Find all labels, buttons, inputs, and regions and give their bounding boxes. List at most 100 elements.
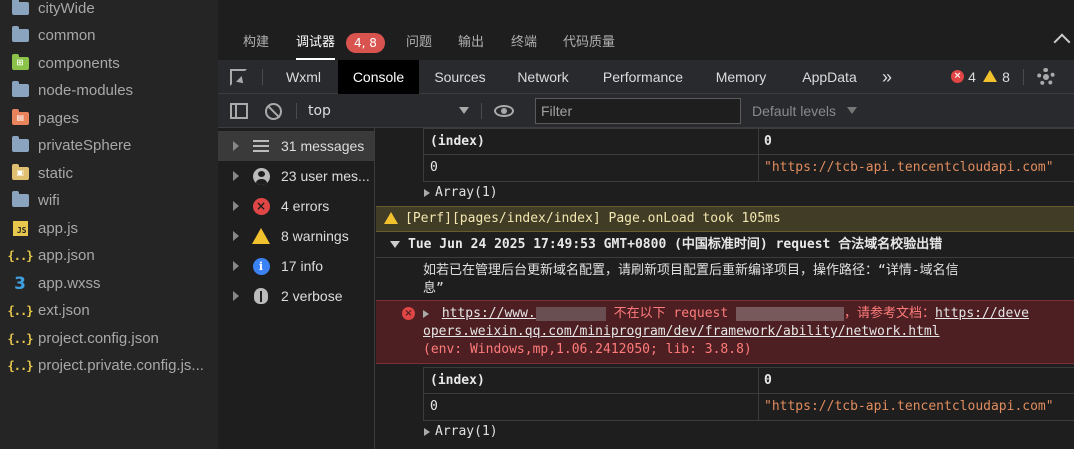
expand-arrow-icon xyxy=(233,261,239,271)
file-tree-item[interactable]: wifi xyxy=(0,187,218,214)
group-message-line: 如若已在管理后台更新域名配置，请刷新项目配置后重新编译项目，操作路径：“详情-域… xyxy=(423,263,959,278)
folder-icon xyxy=(11,136,29,154)
tab-sources[interactable]: Sources xyxy=(422,60,498,94)
table-header-row: (index) 0 xyxy=(424,368,1074,394)
category-verbose[interactable]: 2 verbose xyxy=(218,281,374,311)
tab-code-quality[interactable]: 代码质量 xyxy=(563,26,615,60)
array-expander[interactable]: Array(1) xyxy=(424,183,498,203)
folder-icon xyxy=(11,81,29,99)
file-tree-item[interactable]: {..} app.json xyxy=(0,242,218,269)
array-expander[interactable]: Array(1) xyxy=(424,422,498,442)
category-label: 4 errors xyxy=(281,198,330,214)
divider xyxy=(481,103,482,119)
file-tree-label: project.private.config.js... xyxy=(38,357,204,374)
static-folder-icon: ▣ xyxy=(11,164,29,182)
file-tree-label: ext.json xyxy=(38,302,90,319)
clear-console-icon[interactable] xyxy=(265,103,282,120)
table-cell: "https://tcb-api.tencentcloudapi.com" xyxy=(764,399,1054,414)
doc-link[interactable]: https://deve xyxy=(935,306,1029,321)
warning-icon xyxy=(384,212,398,224)
table-cell: 0 xyxy=(430,399,438,414)
tab-memory[interactable]: Memory xyxy=(706,60,776,94)
tab-appdata[interactable]: AppData xyxy=(791,60,868,94)
file-explorer: cityWide common ⊞ components node-module… xyxy=(0,0,218,449)
redacted-text xyxy=(736,306,845,321)
tab-network[interactable]: Network xyxy=(504,60,582,94)
tab-console[interactable]: Console xyxy=(338,60,419,94)
file-tree-label: common xyxy=(38,27,96,44)
file-tree-label: components xyxy=(38,55,120,72)
expand-arrow-icon[interactable] xyxy=(423,309,429,318)
gear-icon[interactable] xyxy=(1037,68,1055,86)
file-tree-item[interactable]: {..} ext.json xyxy=(0,297,218,324)
console-table: (index) 0 0 "https://tcb-api.tencentclou… xyxy=(423,128,1074,182)
console-sidebar: 31 messages 23 user mes... × 4 errors 8 … xyxy=(218,128,375,449)
category-errors[interactable]: × 4 errors xyxy=(218,191,374,221)
collapse-arrow-icon xyxy=(390,241,400,248)
file-tree-label: privateSphere xyxy=(38,137,132,154)
expand-arrow-icon xyxy=(233,141,239,151)
file-tree-label: wifi xyxy=(38,192,60,209)
sidebar-toggle-icon[interactable] xyxy=(230,103,248,119)
tab-performance[interactable]: Performance xyxy=(592,60,694,94)
context-selector[interactable]: top xyxy=(308,94,331,128)
devtools-tabbar: Wxml Console Sources Network Performance… xyxy=(218,60,1074,94)
warning-count-icon xyxy=(983,70,997,82)
divider xyxy=(262,69,263,85)
expand-arrow-icon xyxy=(424,427,430,436)
chevron-up-icon[interactable] xyxy=(1053,33,1071,51)
file-tree-label: app.js xyxy=(38,220,79,237)
components-folder-icon: ⊞ xyxy=(11,54,29,72)
file-tree-item[interactable]: ▤ pages xyxy=(0,105,218,132)
tab-build[interactable]: 构建 xyxy=(243,26,269,60)
chevron-down-icon[interactable] xyxy=(459,107,469,114)
group-title: Tue Jun 24 2025 17:49:53 GMT+0800 (中国标准时… xyxy=(390,232,942,258)
file-tree-item[interactable]: {..} project.private.config.js... xyxy=(0,352,218,379)
file-tree-item[interactable]: JS app.js xyxy=(0,215,218,242)
file-tree-item[interactable]: node-modules xyxy=(0,77,218,104)
table-header-cell: (index) xyxy=(430,134,485,149)
expand-arrow-icon xyxy=(424,188,430,197)
file-tree-item[interactable]: ⊞ components xyxy=(0,50,218,77)
tab-debugger[interactable]: 调试器 xyxy=(296,26,336,60)
divider xyxy=(296,103,297,119)
file-tree-item[interactable]: ▣ static xyxy=(0,160,218,187)
table-row: 0 "https://tcb-api.tencentcloudapi.com" xyxy=(424,394,1074,420)
category-messages[interactable]: 31 messages xyxy=(218,131,374,161)
eye-icon[interactable] xyxy=(494,105,514,117)
filter-input[interactable] xyxy=(535,98,741,124)
file-tree-label: static xyxy=(38,165,74,182)
json-file-icon: {..} xyxy=(7,331,34,346)
tab-problems[interactable]: 问题 xyxy=(406,26,432,60)
file-tree-item[interactable]: 3 app.wxss xyxy=(0,270,218,297)
tab-wxml[interactable]: Wxml xyxy=(272,60,335,94)
error-icon: × xyxy=(252,197,270,215)
chevron-down-icon[interactable] xyxy=(847,107,857,114)
folder-icon xyxy=(11,191,29,209)
file-tree-item[interactable]: common xyxy=(0,22,218,49)
doc-link[interactable]: opers.weixin.qq.com/miniprogram/dev/fram… xyxy=(423,324,940,339)
file-tree-item[interactable]: cityWide xyxy=(0,0,218,22)
json-file-icon: {..} xyxy=(7,248,34,263)
error-count[interactable]: 4 xyxy=(966,60,978,94)
file-tree-item[interactable]: privateSphere xyxy=(0,132,218,159)
log-levels-dropdown[interactable]: Default levels xyxy=(752,94,836,128)
category-info[interactable]: i 17 info xyxy=(218,251,374,281)
array-label: Array(1) xyxy=(435,424,498,439)
console-warning-row: [Perf][pages/index/index] Page.onLoad to… xyxy=(376,206,1074,232)
bug-icon xyxy=(252,287,270,305)
folder-icon xyxy=(11,26,29,44)
table-header-row: (index) 0 xyxy=(424,129,1074,155)
redacted-domain xyxy=(535,306,606,321)
tab-terminal[interactable]: 终端 xyxy=(511,26,537,60)
warning-count[interactable]: 8 xyxy=(1000,60,1012,94)
more-tabs-button[interactable]: » xyxy=(876,60,898,94)
file-tree-item[interactable]: {..} project.config.json xyxy=(0,325,218,352)
console-group-header[interactable]: Tue Jun 24 2025 17:49:53 GMT+0800 (中国标准时… xyxy=(376,232,1074,258)
category-warnings[interactable]: 8 warnings xyxy=(218,221,374,251)
tab-output[interactable]: 输出 xyxy=(458,26,484,60)
file-tree-label: app.wxss xyxy=(38,275,101,292)
category-user-messages[interactable]: 23 user mes... xyxy=(218,161,374,191)
error-url-link[interactable]: https://www. xyxy=(442,306,536,321)
json-file-icon: {..} xyxy=(7,303,34,318)
